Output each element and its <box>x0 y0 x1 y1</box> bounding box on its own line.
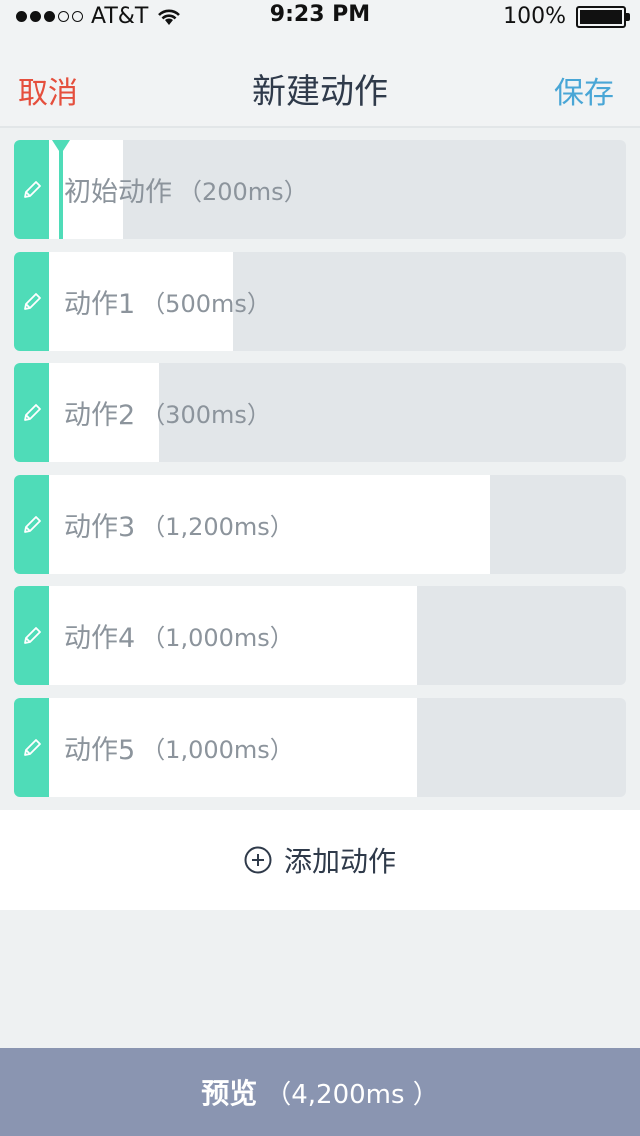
add-action-button[interactable]: 添加动作 <box>0 810 640 910</box>
action-duration: （1,200ms） <box>141 513 294 541</box>
action-row-5[interactable]: 动作5 （1,000ms） <box>14 698 626 797</box>
preview-button[interactable]: 预览 （4,200ms ） <box>0 1048 640 1136</box>
pencil-icon <box>23 403 41 421</box>
pencil-icon <box>23 738 41 756</box>
action-label: 动作2 （300ms） <box>64 363 271 462</box>
action-row-2[interactable]: 动作2 （300ms） <box>14 363 626 462</box>
action-label: 动作4 （1,000ms） <box>64 586 294 685</box>
edit-action-button[interactable] <box>14 475 49 574</box>
add-action-label: 添加动作 <box>283 845 396 878</box>
action-name: 动作3 <box>64 512 136 543</box>
action-label: 动作5 （1,000ms） <box>64 698 294 797</box>
pencil-icon <box>23 515 41 533</box>
action-label: 动作1 （500ms） <box>64 252 271 351</box>
action-row-4[interactable]: 动作4 （1,000ms） <box>14 586 626 685</box>
preview-duration: （4,200ms ） <box>265 1079 439 1110</box>
preview-label: 预览 <box>201 1077 258 1110</box>
action-label: 初始动作 （200ms） <box>64 140 308 239</box>
status-bar: AT&T 9:23 PM 100% <box>0 0 640 40</box>
battery-icon <box>576 5 630 28</box>
action-duration: （1,000ms） <box>141 736 294 764</box>
pencil-icon <box>23 292 41 310</box>
status-right: 100% <box>503 4 630 29</box>
edit-action-button[interactable] <box>14 698 49 797</box>
action-duration: （1,000ms） <box>141 624 294 652</box>
save-button[interactable]: 保存 <box>554 68 614 112</box>
battery-percent: 100% <box>503 4 566 29</box>
action-duration: （300ms） <box>141 401 271 429</box>
action-duration: （200ms） <box>178 178 308 206</box>
playhead-marker[interactable] <box>52 140 70 239</box>
edit-action-button[interactable] <box>14 140 49 239</box>
action-duration: （500ms） <box>141 290 271 318</box>
action-label: 动作3 （1,200ms） <box>64 475 294 574</box>
action-name: 动作2 <box>64 400 136 431</box>
pencil-icon <box>23 626 41 644</box>
edit-action-button[interactable] <box>14 252 49 351</box>
nav-bar: 取消 新建动作 保存 <box>0 40 640 128</box>
page-title: 新建动作 <box>252 72 388 112</box>
action-name: 初始动作 <box>64 177 172 208</box>
action-name: 动作4 <box>64 623 136 654</box>
pencil-icon <box>23 180 41 198</box>
edit-action-button[interactable] <box>14 363 49 462</box>
plus-circle-icon <box>244 846 272 874</box>
screen: AT&T 9:23 PM 100% 取消 新建动作 保存 初始动作 （200ms… <box>0 0 640 1136</box>
action-name: 动作5 <box>64 735 136 766</box>
action-name: 动作1 <box>64 289 136 320</box>
edit-action-button[interactable] <box>14 586 49 685</box>
action-row-1[interactable]: 动作1 （500ms） <box>14 252 626 351</box>
action-row-initial[interactable]: 初始动作 （200ms） <box>14 140 626 239</box>
action-row-3[interactable]: 动作3 （1,200ms） <box>14 475 626 574</box>
